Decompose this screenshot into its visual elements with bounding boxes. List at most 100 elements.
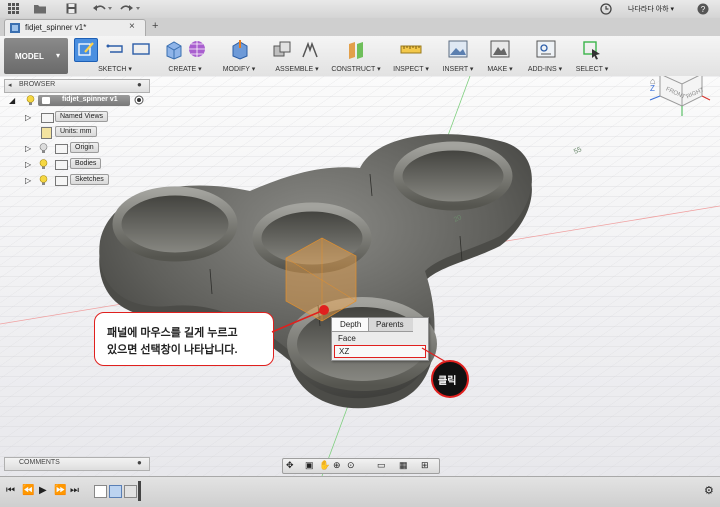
expand-triangle-icon[interactable]: ▷ xyxy=(25,160,31,169)
grid-settings-icon[interactable]: ▦ xyxy=(399,460,408,471)
app-grid-icon[interactable] xyxy=(8,3,19,14)
create-sketch-icon[interactable] xyxy=(74,38,98,62)
visibility-bulb-icon[interactable] xyxy=(39,159,48,172)
viewports-icon[interactable]: ⊞ xyxy=(421,460,429,471)
xz-plane-option[interactable]: XZ xyxy=(334,345,426,358)
user-account-menu[interactable]: 나다라다 아하 ▾ xyxy=(628,4,674,14)
browser-item-named-views[interactable]: ▷ Named Views xyxy=(4,111,148,126)
collapse-triangle-icon[interactable]: ◂ xyxy=(8,81,12,89)
make-label: MAKE ▾ xyxy=(487,66,513,73)
activate-radio-icon[interactable] xyxy=(134,95,144,107)
browser-item-bodies[interactable]: ▷ Bodies xyxy=(4,158,148,173)
browser-item-label: Named Views xyxy=(55,111,109,122)
add-ins-label: ADD-INS ▾ xyxy=(527,66,563,73)
step-back-icon[interactable]: ⏪ xyxy=(22,485,34,496)
bearing-hole-right[interactable] xyxy=(393,141,513,211)
offset-plane-icon[interactable] xyxy=(346,40,366,62)
browser-item-origin[interactable]: ▷ Origin xyxy=(4,142,148,157)
new-tab-icon[interactable]: + xyxy=(152,20,158,32)
rectangle-icon[interactable] xyxy=(132,42,150,58)
timeline-feature-extrude[interactable] xyxy=(109,485,122,498)
visibility-bulb-icon[interactable] xyxy=(39,143,48,156)
selection-popup[interactable]: Depth Parents Face XZ xyxy=(331,317,429,361)
folder-icon xyxy=(55,176,68,186)
select-menu[interactable]: SELECT ▾ xyxy=(574,36,610,76)
visibility-bulb-icon[interactable] xyxy=(39,175,48,188)
timeline-feature-sketch[interactable] xyxy=(94,485,107,498)
xz-plane-option-label: XZ xyxy=(339,347,350,356)
extrude-icon[interactable] xyxy=(164,40,182,62)
timeline-marker[interactable] xyxy=(138,481,141,501)
browser-panel-header[interactable]: ◂ BROWSER ● xyxy=(4,79,150,93)
construct-menu[interactable]: CONSTRUCT ▾ xyxy=(330,36,382,76)
add-ins-menu[interactable]: ADD-INS ▾ xyxy=(524,36,566,76)
browser-item-sketches[interactable]: ▷ Sketches xyxy=(4,174,148,189)
tab-depth[interactable]: Depth xyxy=(332,318,369,332)
visibility-bulb-icon[interactable] xyxy=(26,95,35,108)
redo-icon[interactable] xyxy=(120,3,142,16)
tab-parents[interactable]: Parents xyxy=(369,318,413,332)
3d-print-icon[interactable] xyxy=(490,40,510,60)
callout-line-2: 있으면 선택창이 나타납니다. xyxy=(107,344,238,356)
zoom-window-icon[interactable]: ⊙ xyxy=(347,460,355,471)
create-menu[interactable]: CREATE ▾ xyxy=(160,36,210,76)
assemble-menu[interactable]: ASSEMBLE ▾ xyxy=(268,36,326,76)
face-option[interactable]: Face xyxy=(334,333,426,344)
go-to-end-icon[interactable]: ⏭ xyxy=(70,485,79,496)
root-component-badge[interactable]: fidjet_spinner v1 xyxy=(38,95,130,106)
3d-viewport[interactable]: 55 20 ◂ BROWSER ● ◢ fidjet_spinner v1 ▷ … xyxy=(0,76,720,476)
sketch-menu[interactable]: SKETCH ▾ xyxy=(72,36,158,76)
folder-icon xyxy=(55,160,68,170)
timeline-feature-fillet[interactable] xyxy=(124,485,137,498)
bearing-hole-left[interactable] xyxy=(112,186,238,262)
comments-panel-header[interactable]: COMMENTS ● xyxy=(4,457,150,471)
expand-triangle-icon[interactable]: ▷ xyxy=(25,113,31,122)
display-settings-icon[interactable]: ▭ xyxy=(377,460,386,471)
pin-icon[interactable]: ● xyxy=(137,80,142,89)
make-menu[interactable]: MAKE ▾ xyxy=(482,36,518,76)
modify-menu[interactable]: MODIFY ▾ xyxy=(220,36,258,76)
measure-icon[interactable] xyxy=(400,42,422,60)
collapse-triangle-icon[interactable]: ◢ xyxy=(9,96,15,105)
folder-icon[interactable] xyxy=(33,3,47,16)
look-at-icon[interactable]: ▣ xyxy=(305,460,314,471)
scripts-icon[interactable] xyxy=(536,40,556,60)
press-pull-icon[interactable] xyxy=(230,40,248,62)
zoom-icon[interactable]: ⊕ xyxy=(333,460,341,471)
pan-icon[interactable]: ✋ xyxy=(319,460,330,471)
sketch-label: SKETCH ▾ xyxy=(98,66,132,73)
document-settings-icon xyxy=(41,127,52,139)
document-tab[interactable]: fidjet_spinner v1* × xyxy=(4,19,146,36)
step-forward-icon[interactable]: ⏩ xyxy=(54,485,66,496)
browser-title: BROWSER xyxy=(19,81,56,88)
job-status-icon[interactable] xyxy=(600,3,612,17)
browser-root-row[interactable]: ◢ fidjet_spinner v1 xyxy=(4,94,148,109)
save-icon[interactable] xyxy=(66,3,77,16)
insert-menu[interactable]: INSERT ▾ xyxy=(440,36,476,76)
insert-image-icon[interactable] xyxy=(448,40,468,60)
play-icon[interactable]: ▶ xyxy=(39,485,47,496)
orbit-icon[interactable]: ✥ xyxy=(286,460,294,471)
go-to-start-icon[interactable]: ⏮ xyxy=(6,485,15,496)
help-icon[interactable]: ? xyxy=(697,3,709,17)
face-option-label: Face xyxy=(338,334,356,343)
document-title: fidjet_spinner v1* xyxy=(25,23,87,32)
undo-icon[interactable] xyxy=(92,3,112,16)
viewcube[interactable]: FRONT RIGHT xyxy=(648,76,711,116)
expand-triangle-icon[interactable]: ▷ xyxy=(25,144,31,153)
pin-icon[interactable]: ● xyxy=(137,458,142,467)
joint-icon[interactable] xyxy=(300,40,320,62)
browser-item-units[interactable]: Units: mm xyxy=(4,126,148,141)
expand-triangle-icon[interactable]: ▷ xyxy=(25,176,31,185)
z-axis-label: Z xyxy=(650,84,655,93)
folder-icon xyxy=(41,113,54,123)
svg-text:?: ? xyxy=(701,5,706,14)
timeline-settings-icon[interactable]: ⚙ xyxy=(704,484,714,497)
line-icon[interactable] xyxy=(106,42,124,58)
pattern-icon[interactable] xyxy=(188,40,206,60)
select-cursor-icon[interactable] xyxy=(582,40,602,62)
workspace-switcher[interactable]: MODEL ▾ xyxy=(4,38,68,74)
new-component-icon[interactable] xyxy=(272,40,292,62)
inspect-menu[interactable]: INSPECT ▾ xyxy=(390,36,432,76)
close-tab-icon[interactable]: × xyxy=(129,21,135,32)
